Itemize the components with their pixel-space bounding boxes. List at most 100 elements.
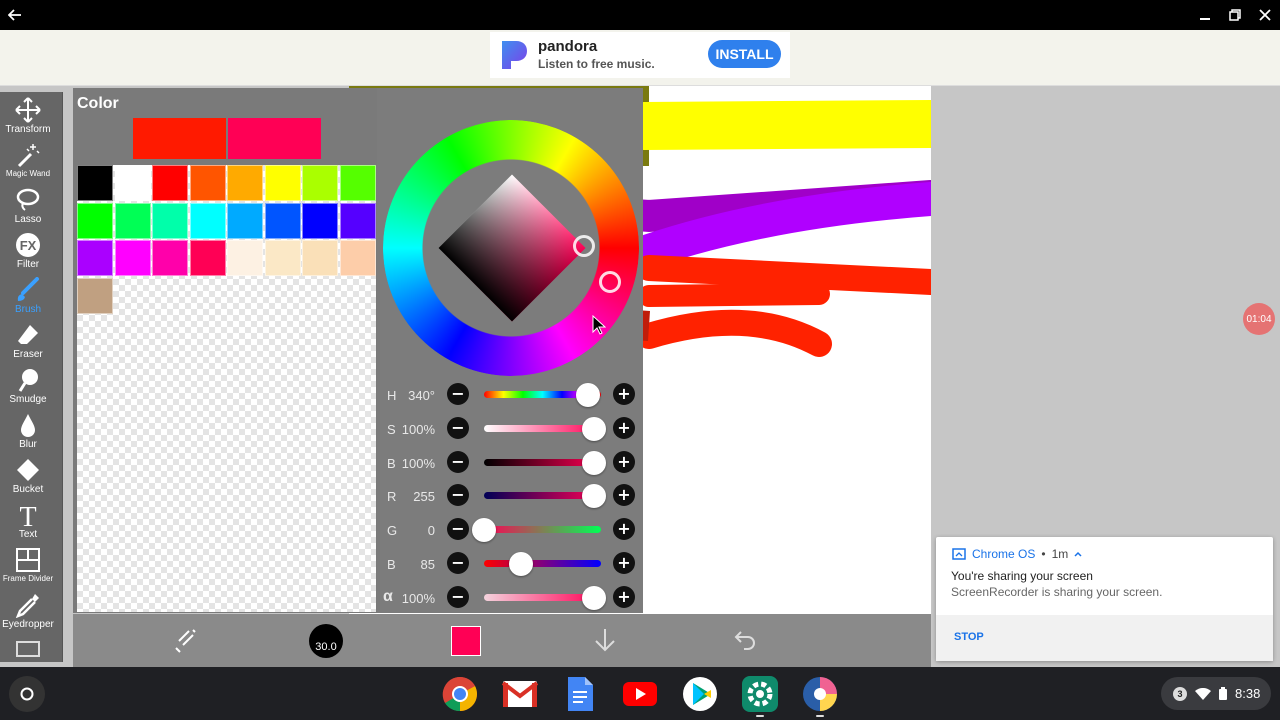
ad-box[interactable]: pandora Listen to free music. INSTALL [490, 32, 790, 78]
ad-tagline: Listen to free music. [538, 57, 655, 71]
palette-swatch[interactable] [227, 240, 263, 276]
tool-eyedropper[interactable]: Eyedropper [0, 591, 56, 636]
eraser-icon [15, 321, 41, 349]
minimize-icon[interactable] [1190, 0, 1220, 30]
palette-swatch[interactable] [227, 165, 263, 201]
slider-thumb[interactable] [575, 383, 600, 407]
tool-bucket[interactable]: Bucket [0, 456, 56, 501]
hue-marker-icon[interactable] [599, 271, 621, 293]
palette-swatch[interactable] [114, 165, 151, 201]
palette-swatch[interactable] [77, 240, 113, 276]
chevron-up-icon[interactable] [1074, 551, 1082, 557]
palette-swatch[interactable] [77, 202, 113, 239]
tool-smudge[interactable]: Smudge [0, 366, 56, 411]
palette-swatch[interactable] [77, 165, 113, 201]
palette-swatch[interactable] [302, 165, 338, 201]
palette-swatch[interactable] [227, 202, 263, 239]
slider-increment-button[interactable]: + [613, 552, 635, 574]
youtube-icon[interactable] [622, 676, 658, 712]
ibispaint-icon[interactable] [802, 676, 838, 712]
slider-increment-button[interactable]: + [613, 484, 635, 507]
palette-swatch[interactable] [264, 240, 301, 276]
docs-icon[interactable] [562, 676, 598, 712]
palette-swatch[interactable] [189, 202, 226, 239]
gmail-icon[interactable] [502, 676, 538, 712]
download-icon[interactable] [593, 627, 617, 658]
palette-swatch[interactable] [189, 165, 226, 201]
tool-label: Transform [5, 124, 51, 135]
slider-decrement-button[interactable]: − [447, 450, 469, 473]
palette-swatch[interactable] [339, 165, 376, 201]
slider-increment-button[interactable]: + [613, 416, 635, 439]
slider-increment-button[interactable]: + [613, 585, 635, 608]
undo-icon[interactable] [733, 628, 757, 657]
previous-color-swatch[interactable] [133, 118, 226, 159]
palette-swatch[interactable] [302, 240, 338, 276]
stop-sharing-button[interactable]: STOP [954, 631, 984, 643]
slider-increment-button[interactable]: + [613, 450, 635, 473]
running-indicator [816, 715, 824, 717]
color-swatch-icon[interactable] [451, 626, 481, 656]
tool-lasso[interactable]: Lasso [0, 186, 56, 231]
slider-track[interactable] [484, 526, 601, 534]
palette-swatch[interactable] [152, 165, 188, 201]
lasso-icon [15, 186, 41, 214]
palette-swatch[interactable] [77, 277, 113, 314]
slider-value: 100% [401, 590, 435, 606]
tool-brush[interactable]: Brush [0, 276, 56, 321]
play-store-icon[interactable] [682, 676, 718, 712]
restore-icon[interactable] [1220, 0, 1250, 30]
sb-marker-icon[interactable] [573, 235, 595, 257]
slider-thumb[interactable] [472, 518, 496, 543]
screen-share-notification[interactable]: Chrome OS • 1m You're sharing your scree… [936, 537, 1273, 661]
recording-timer-badge[interactable]: 01:04 [1243, 303, 1275, 335]
slider-thumb[interactable] [582, 450, 606, 475]
slider-decrement-button[interactable]: − [447, 383, 469, 405]
tool-text[interactable]: T Text [0, 501, 56, 546]
launcher-button[interactable] [9, 676, 45, 712]
slider-decrement-button[interactable]: − [447, 552, 469, 574]
palette-swatch[interactable] [152, 202, 188, 239]
slider-thumb[interactable] [508, 552, 533, 576]
tool-blur[interactable]: Blur [0, 411, 56, 456]
tool-eraser[interactable]: Eraser [0, 321, 56, 366]
current-color-swatch[interactable] [228, 118, 321, 159]
tool-label: Smudge [9, 394, 47, 405]
close-icon[interactable] [1250, 0, 1280, 30]
slider-decrement-button[interactable]: − [447, 416, 469, 439]
palette-swatch[interactable] [339, 240, 376, 276]
tool-transform[interactable]: Transform [0, 96, 56, 141]
tool-magic-wand[interactable]: Magic Wand [0, 141, 56, 186]
palette-swatch[interactable] [152, 240, 188, 276]
slider-increment-button[interactable]: + [613, 518, 635, 541]
slider-thumb[interactable] [582, 585, 606, 610]
tool-frame-divider[interactable]: Frame Divider [0, 546, 56, 591]
ad-brand: pandora [538, 38, 598, 55]
slider-thumb[interactable] [582, 416, 606, 441]
swap-colors-icon[interactable] [173, 628, 199, 659]
ad-install-button[interactable]: INSTALL [708, 40, 781, 68]
brush-size-icon[interactable]: 30.0 [309, 624, 343, 658]
back-arrow-icon[interactable] [0, 0, 30, 30]
slider-thumb[interactable] [582, 484, 606, 509]
move-icon [15, 96, 41, 124]
slider-increment-button[interactable]: + [613, 383, 635, 405]
palette-swatch[interactable] [114, 202, 151, 239]
tool-filter[interactable]: FX Filter [0, 231, 56, 276]
slider-decrement-button[interactable]: − [447, 484, 469, 507]
chrome-icon[interactable] [442, 676, 478, 712]
palette-swatch[interactable] [189, 240, 226, 276]
palette-swatch[interactable] [339, 202, 376, 239]
palette-swatch[interactable] [114, 240, 151, 276]
palette-swatch[interactable] [264, 202, 301, 239]
slider-track[interactable] [484, 560, 601, 567]
slider-decrement-button[interactable]: − [447, 518, 469, 541]
battery-icon [1219, 687, 1227, 700]
palette-swatch[interactable] [264, 165, 301, 201]
tool-label: Blur [19, 439, 37, 450]
palette-swatch[interactable] [302, 202, 338, 239]
slider-value: 85 [420, 557, 435, 572]
slider-decrement-button[interactable]: − [447, 585, 469, 608]
status-tray[interactable]: 3 8:38 [1161, 677, 1271, 710]
settings-icon[interactable] [742, 676, 778, 712]
